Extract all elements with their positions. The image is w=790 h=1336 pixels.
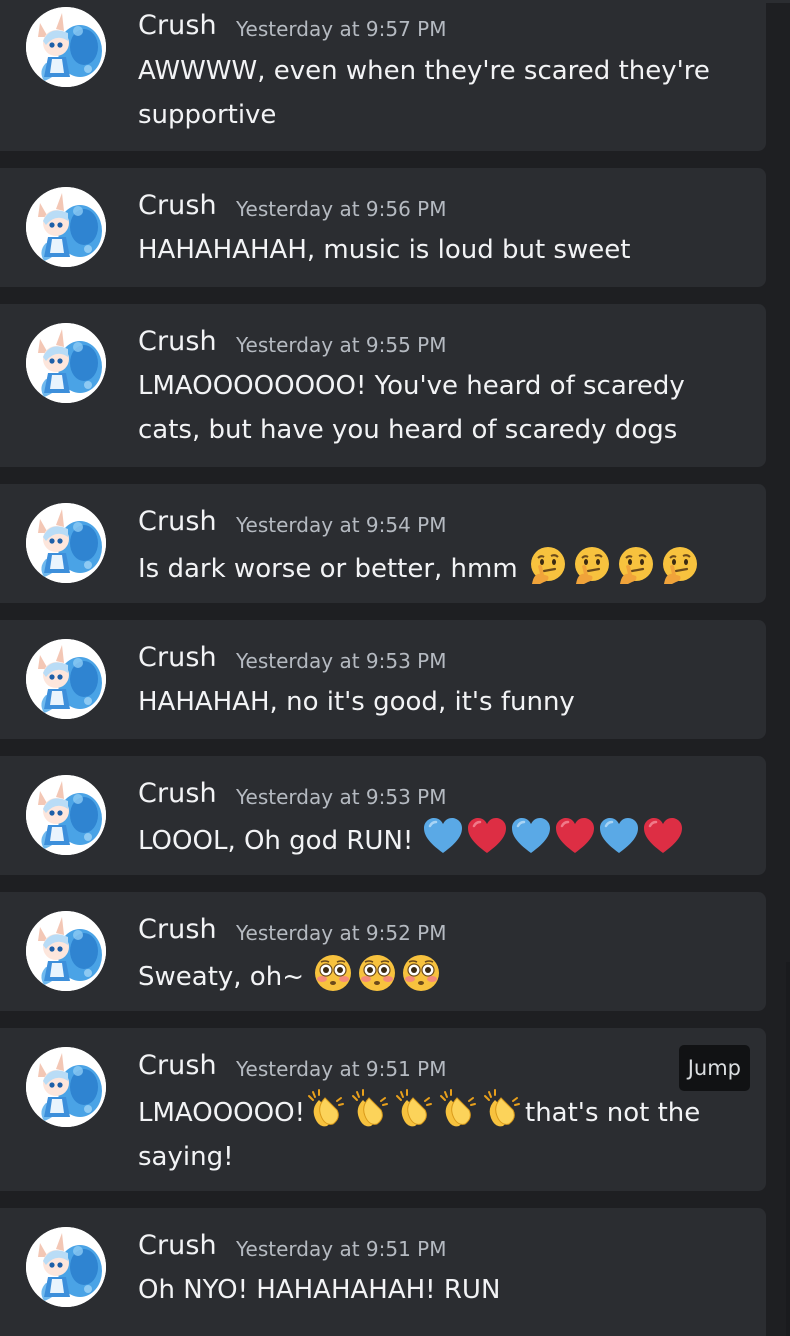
avatar[interactable] xyxy=(26,1227,106,1307)
avatar-art xyxy=(26,7,106,87)
message-text: Oh NYO! HAHAHAHAH! RUN xyxy=(138,1268,738,1312)
username[interactable]: Crush xyxy=(138,1050,217,1081)
username[interactable]: Crush xyxy=(138,10,217,41)
message-content: Is dark worse or better, hmm xyxy=(138,554,518,584)
flushed-face-icon xyxy=(312,952,354,994)
timestamp: Yesterday at 9:57 PM xyxy=(236,17,447,41)
clapping-hands-icon xyxy=(393,1088,435,1130)
avatar[interactable] xyxy=(26,187,106,267)
avatar-art xyxy=(26,503,106,583)
message-text: Is dark worse or better, hmm xyxy=(138,544,738,591)
emoji-row xyxy=(526,547,702,584)
timestamp: Yesterday at 9:51 PM xyxy=(236,1237,447,1261)
avatar[interactable] xyxy=(26,323,106,403)
message-content: Sweaty, oh~ xyxy=(138,962,304,992)
message-content: AWWWW, even when they're scared they're … xyxy=(138,56,710,130)
avatar-art xyxy=(26,323,106,403)
message-text: LOOOL, Oh god RUN! xyxy=(138,816,738,863)
avatar-art xyxy=(26,1227,106,1307)
message-text: AWWWW, even when they're scared they're … xyxy=(138,49,738,137)
jump-button[interactable]: Jump xyxy=(678,1045,750,1091)
avatar[interactable] xyxy=(26,911,106,991)
timestamp: Yesterday at 9:56 PM xyxy=(236,197,447,221)
clapping-hands-icon xyxy=(437,1088,479,1130)
blue-heart-icon xyxy=(510,816,552,858)
message-text: LMAOOOOO! that's not the saying! xyxy=(138,1088,738,1179)
username[interactable]: Crush xyxy=(138,1230,217,1261)
message-card[interactable]: Crush Yesterday at 9:55 PM LMAOOOOOOOO! … xyxy=(0,304,766,467)
avatar[interactable] xyxy=(26,639,106,719)
message-card[interactable]: Crush Yesterday at 9:53 PM HAHAHAH, no i… xyxy=(0,620,766,739)
clapping-hands-icon xyxy=(305,1088,347,1130)
username[interactable]: Crush xyxy=(138,326,217,357)
message-text: Sweaty, oh~ xyxy=(138,952,738,999)
message-feed: Crush Yesterday at 9:57 PM AWWWW, even w… xyxy=(0,0,790,1336)
clapping-hands-icon xyxy=(481,1088,523,1130)
message-text: HAHAHAHAH, music is loud but sweet xyxy=(138,228,738,272)
username[interactable]: Crush xyxy=(138,778,217,809)
message-card[interactable]: Crush Yesterday at 9:54 PM Is dark worse… xyxy=(0,484,766,603)
username[interactable]: Crush xyxy=(138,190,217,221)
timestamp: Yesterday at 9:51 PM xyxy=(236,1057,447,1081)
message-card[interactable]: Crush Yesterday at 9:57 PM AWWWW, even w… xyxy=(0,0,766,151)
message-card[interactable]: Crush Yesterday at 9:51 PM Oh NYO! HAHAH… xyxy=(0,1208,766,1336)
flushed-face-icon xyxy=(400,952,442,994)
avatar[interactable] xyxy=(26,1047,106,1127)
thinking-face-icon xyxy=(526,544,568,586)
message-content: HAHAHAHAH, music is loud but sweet xyxy=(138,235,631,265)
red-heart-icon xyxy=(642,816,684,858)
message-card[interactable]: Crush Yesterday at 9:53 PM LOOOL, Oh god… xyxy=(0,756,766,875)
message-text: LMAOOOOOOOO! You've heard of scaredy cat… xyxy=(138,364,738,452)
thinking-face-icon xyxy=(658,544,700,586)
emoji-row xyxy=(312,955,444,992)
username[interactable]: Crush xyxy=(138,506,217,537)
thinking-face-icon xyxy=(570,544,612,586)
avatar-art xyxy=(26,639,106,719)
message-content: Oh NYO! HAHAHAHAH! RUN xyxy=(138,1275,501,1305)
avatar-art xyxy=(26,775,106,855)
message-text: HAHAHAH, no it's good, it's funny xyxy=(138,680,738,724)
username[interactable]: Crush xyxy=(138,914,217,945)
emoji-row xyxy=(305,1089,525,1128)
timestamp: Yesterday at 9:52 PM xyxy=(236,921,447,945)
message-card[interactable]: Crush Yesterday at 9:56 PM HAHAHAHAH, mu… xyxy=(0,168,766,287)
clapping-hands-icon xyxy=(349,1088,391,1130)
avatar-art xyxy=(26,1047,106,1127)
message-content: HAHAHAH, no it's good, it's funny xyxy=(138,687,575,717)
timestamp: Yesterday at 9:55 PM xyxy=(236,333,447,357)
thinking-face-icon xyxy=(614,544,656,586)
scrollbar-track[interactable] xyxy=(786,962,790,1336)
timestamp: Yesterday at 9:53 PM xyxy=(236,649,447,673)
avatar[interactable] xyxy=(26,503,106,583)
avatar[interactable] xyxy=(26,775,106,855)
message-content: LMAOOOOOOOO! You've heard of scaredy cat… xyxy=(138,371,685,445)
blue-heart-icon xyxy=(422,816,464,858)
message-card[interactable]: Crush Yesterday at 9:52 PM Sweaty, oh~ xyxy=(0,892,766,1011)
timestamp: Yesterday at 9:54 PM xyxy=(236,513,447,537)
red-heart-icon xyxy=(554,816,596,858)
avatar-art xyxy=(26,187,106,267)
username[interactable]: Crush xyxy=(138,642,217,673)
red-heart-icon xyxy=(466,816,508,858)
avatar-art xyxy=(26,911,106,991)
message-card[interactable]: Crush Yesterday at 9:51 PM Jump LMAOOOOO… xyxy=(0,1028,766,1191)
message-content: LOOOL, Oh god RUN! xyxy=(138,826,414,856)
timestamp: Yesterday at 9:53 PM xyxy=(236,785,447,809)
avatar[interactable] xyxy=(26,7,106,87)
emoji-row xyxy=(422,818,686,856)
flushed-face-icon xyxy=(356,952,398,994)
message-content: LMAOOOOO! xyxy=(138,1098,305,1128)
blue-heart-icon xyxy=(598,816,640,858)
